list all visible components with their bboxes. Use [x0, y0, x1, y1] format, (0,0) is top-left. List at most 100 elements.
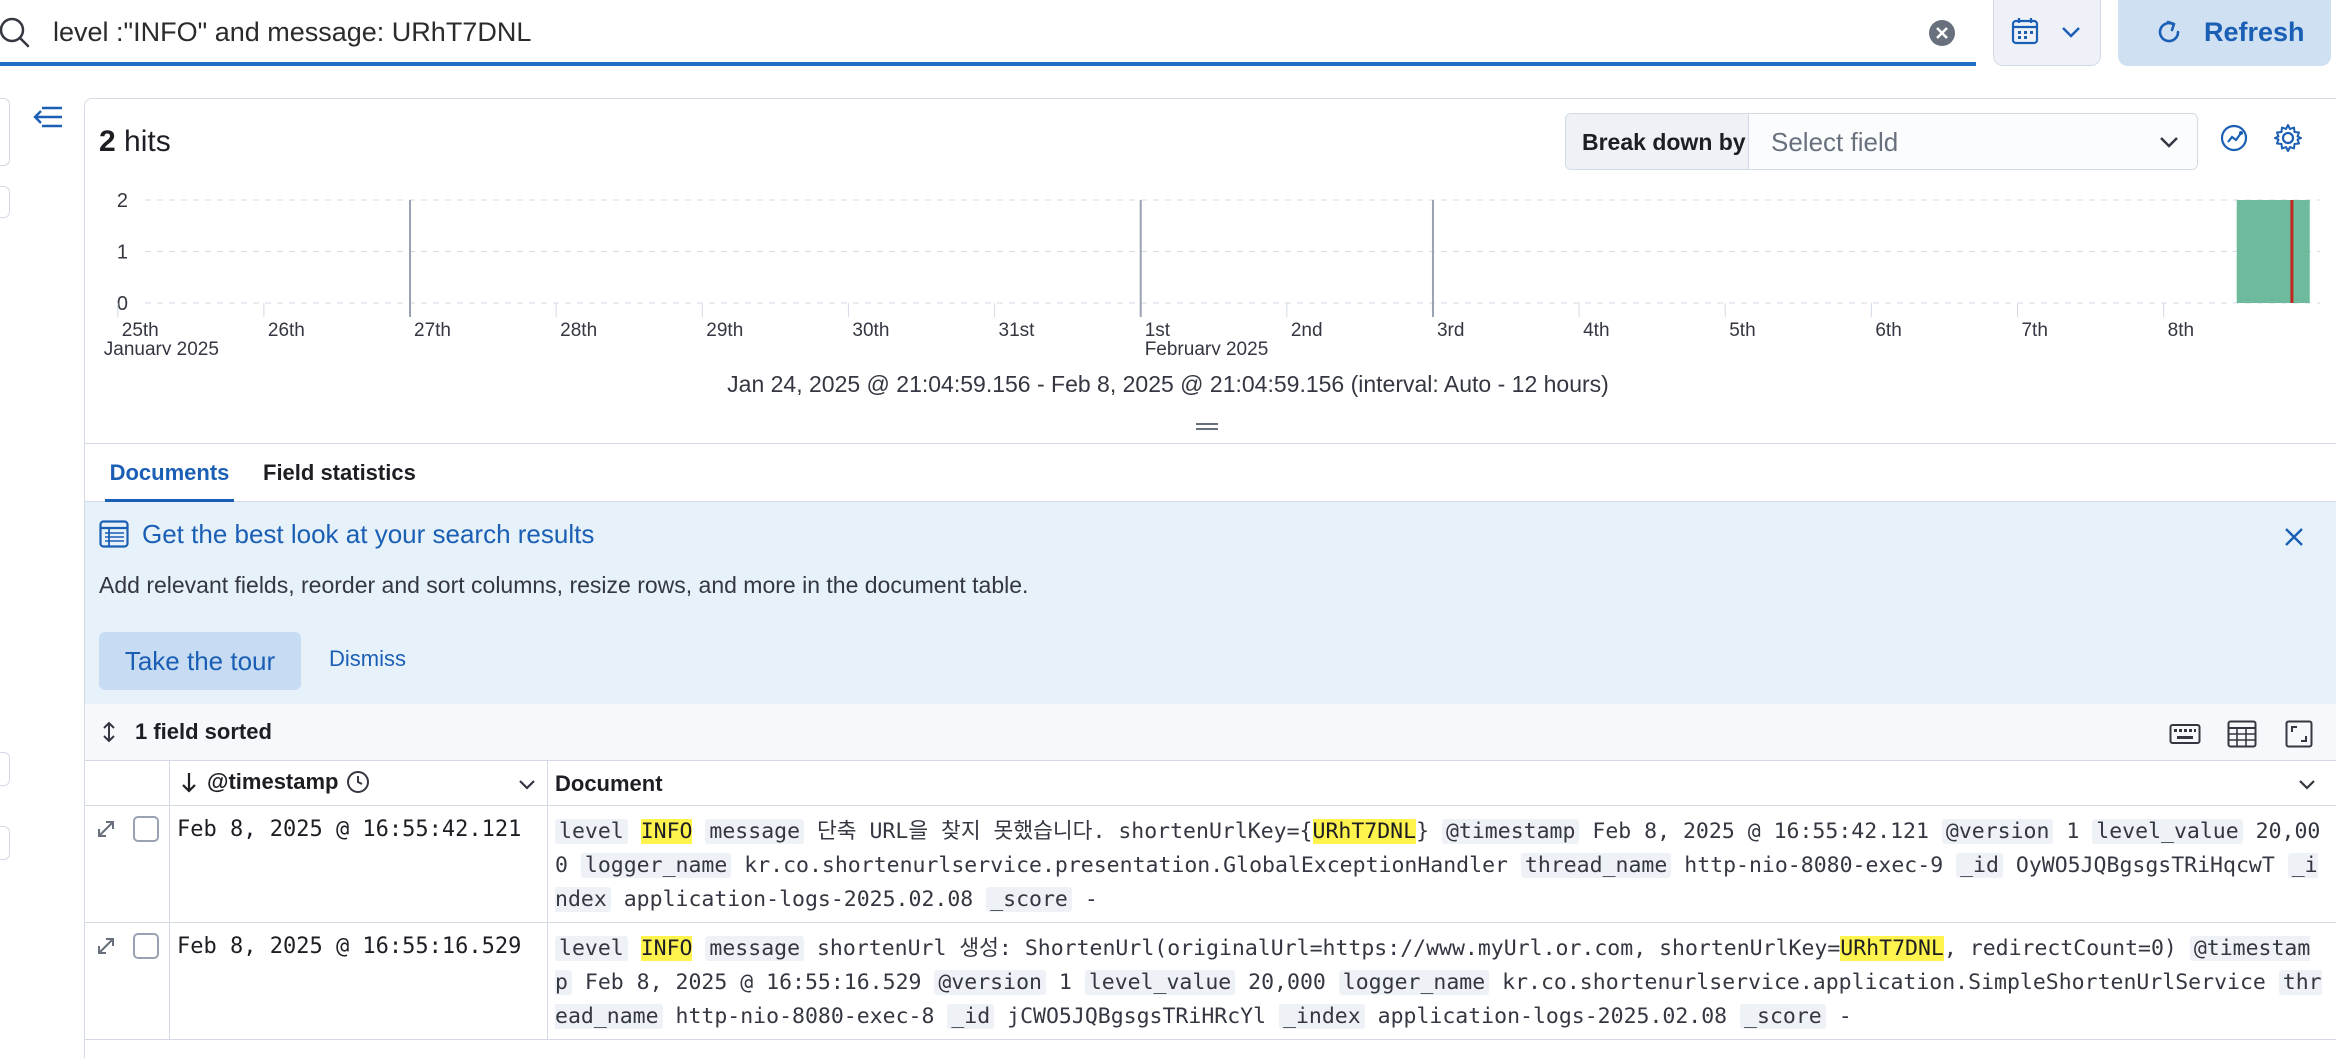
x-tick-label: 28th — [560, 320, 597, 341]
field-value: } — [1416, 819, 1430, 844]
row-document: level INFO message shortenUrl 생성: Shorte… — [555, 932, 2327, 1034]
field-key: _score — [1740, 1004, 1826, 1029]
search-icon — [0, 17, 30, 48]
sort-fields-button[interactable]: 1 field sorted — [135, 719, 272, 745]
hits-number: 2 — [99, 125, 116, 158]
grid-toolbar: 1 field sorted — [85, 704, 2336, 761]
tab-field-statistics[interactable]: Field statistics — [263, 444, 416, 503]
dismiss-button[interactable]: Dismiss — [329, 646, 406, 672]
timestamp-column-label: @timestamp — [207, 769, 339, 794]
x-tick-label: 4th — [1583, 320, 1609, 341]
histogram-chart[interactable]: 0 1 2 25thJanuary 2025 26th 27th 28th 29th 30th 3… — [100, 185, 2320, 355]
row-checkbox[interactable] — [133, 816, 159, 842]
table-row[interactable]: Feb 8, 2025 @ 16:55:16.529 level INFO me… — [85, 923, 2336, 1040]
field-key: @version — [1941, 819, 2054, 844]
breakdown-field-select[interactable]: Select field — [1771, 114, 1898, 169]
field-value: 1 — [1058, 970, 1072, 995]
field-key: level_value — [1084, 970, 1236, 995]
field-value: 단축 URL을 찾지 못했습니다. shortenUrlKey={ — [816, 819, 1313, 844]
x-tick-label: 30th — [852, 320, 889, 341]
chevron-down-icon[interactable] — [2297, 775, 2317, 795]
table-icon — [99, 520, 129, 548]
tab-documents[interactable]: Documents — [105, 444, 234, 503]
sort-icon[interactable] — [99, 720, 119, 744]
row-timestamp: Feb 8, 2025 @ 16:55:42.121 — [177, 817, 522, 842]
sidebar-edge — [0, 752, 10, 786]
y-tick-label: 2 — [117, 190, 128, 212]
field-key: level_value — [2092, 819, 2243, 844]
resize-handle[interactable] — [1196, 423, 1218, 433]
fullscreen-icon[interactable] — [2285, 720, 2313, 748]
keyboard-icon[interactable] — [2169, 722, 2201, 746]
x-tick-label: 27th — [414, 320, 451, 341]
chart-options-icon[interactable] — [2218, 122, 2250, 159]
field-value: , redirectCount=0) — [1943, 936, 2177, 961]
refresh-button[interactable]: Refresh — [2118, 0, 2331, 66]
field-value: 1 — [2066, 819, 2080, 844]
clear-query-icon[interactable] — [1928, 19, 1956, 47]
highlighted-match: INFO — [640, 819, 693, 844]
collapse-sidebar-icon[interactable] — [28, 100, 68, 134]
query-bar[interactable]: level :"INFO" and message: URhT7DNL — [0, 0, 1976, 66]
grid-header: @timestamp Document — [85, 761, 2336, 806]
table-row[interactable]: Feb 8, 2025 @ 16:55:42.121 level INFO me… — [85, 806, 2336, 923]
tour-callout: Get the best look at your search results… — [85, 502, 2336, 704]
x-tick-label: 5th — [1729, 320, 1755, 341]
y-tick-label: 1 — [117, 242, 128, 264]
sidebar-edge — [0, 826, 10, 860]
field-key: level — [555, 936, 628, 961]
close-icon[interactable] — [2283, 526, 2305, 548]
x-tick-label: 25th — [122, 320, 159, 341]
field-value: - — [1084, 887, 1098, 912]
refresh-label: Refresh — [2204, 17, 2305, 47]
field-value: 20,000 — [1248, 970, 1326, 995]
expand-icon[interactable] — [95, 818, 117, 840]
take-tour-button[interactable]: Take the tour — [99, 632, 301, 690]
field-value: application-logs-2025.02.08 — [623, 887, 974, 912]
breakdown-label: Break down by — [1566, 114, 1749, 169]
x-tick-label: 29th — [706, 320, 743, 341]
chevron-down-icon[interactable] — [517, 775, 537, 795]
x-tick-label: 3rd — [1437, 320, 1464, 341]
field-key: _id — [947, 1004, 995, 1029]
x-tick-label: 8th — [2168, 320, 2194, 341]
column-header-timestamp[interactable]: @timestamp — [179, 769, 370, 795]
expand-icon[interactable] — [95, 935, 117, 957]
clock-icon — [347, 771, 370, 793]
field-value: http-nio-8080-exec-8 — [675, 1004, 935, 1029]
refresh-icon — [2158, 20, 2180, 43]
chevron-down-icon — [2160, 137, 2178, 148]
field-value: application-logs-2025.02.08 — [1377, 1004, 1728, 1029]
x-month-label: February 2025 — [1145, 339, 1269, 355]
hits-count: 2 hits — [99, 122, 171, 162]
column-header-document[interactable]: Document — [555, 771, 663, 797]
field-key: _index — [1279, 1004, 1365, 1029]
callout-title: Get the best look at your search results — [142, 519, 595, 549]
field-key: @timestamp — [1441, 819, 1580, 844]
x-tick-label: 31st — [999, 320, 1036, 341]
x-tick-label: 6th — [1875, 320, 1901, 341]
row-checkbox[interactable] — [133, 933, 159, 959]
callout-body: Add relevant fields, reorder and sort co… — [99, 572, 1029, 598]
sidebar-edge — [0, 98, 10, 166]
histogram-bar[interactable] — [2236, 200, 2310, 303]
x-tick-label: 7th — [2021, 320, 2047, 341]
query-input[interactable]: level :"INFO" and message: URhT7DNL — [53, 14, 531, 50]
field-value: kr.co.shortenurlservice.presentation.Glo… — [744, 853, 1508, 878]
row-timestamp: Feb 8, 2025 @ 16:55:16.529 — [177, 934, 522, 959]
field-key: thread_name — [1520, 853, 1672, 878]
breakdown-select[interactable]: Break down by Select field — [1565, 113, 2198, 170]
x-tick-label: 1st — [1145, 320, 1171, 341]
field-value: http-nio-8080-exec-9 — [1684, 853, 1944, 878]
gear-icon[interactable] — [2272, 122, 2304, 159]
field-key: message — [705, 819, 805, 844]
field-value: shortenUrl 생성: ShortenUrl(originalUrl=ht… — [816, 936, 1841, 961]
date-picker-button[interactable] — [1993, 0, 2101, 66]
chevron-down-icon — [2062, 27, 2080, 38]
field-value: Feb 8, 2025 @ 16:55:16.529 — [584, 970, 922, 995]
display-density-icon[interactable] — [2227, 720, 2257, 748]
hits-label: hits — [124, 125, 171, 158]
field-value: jCWO5JQBgsgsTRiHRcYl — [1007, 1004, 1267, 1029]
field-key: @version — [934, 970, 1046, 995]
time-range-label: Jan 24, 2025 @ 21:04:59.156 - Feb 8, 202… — [727, 371, 1609, 397]
